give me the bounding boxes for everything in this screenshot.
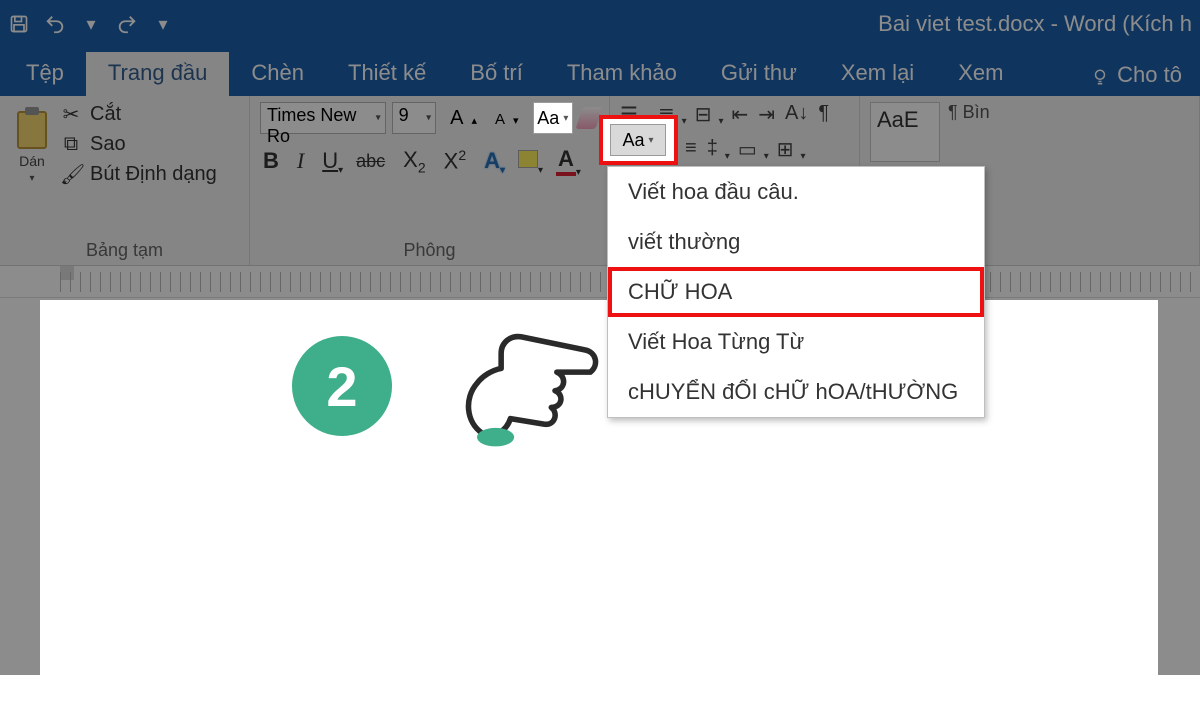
paste-dropdown-icon[interactable]: ▾ [29,173,34,184]
borders-button[interactable]: ⊞ [777,137,804,162]
justify-button[interactable]: ≡ [685,137,697,162]
multilevel-list-button[interactable]: ⊟ [695,102,722,127]
grow-font-button[interactable]: A▴ [442,105,485,132]
ruler[interactable] [0,266,1200,298]
change-case-menu: Viết hoa đầu câu. viết thường CHỮ HOA Vi… [607,166,985,418]
change-case-button-active[interactable]: Aa▾ [610,124,666,156]
menu-item-capitalize-each-word[interactable]: Viết Hoa Từng Từ [608,317,984,367]
paste-label: Dán [19,153,45,169]
line-spacing-button[interactable]: ‡ [707,137,728,162]
undo-dropdown-icon[interactable]: ▾ [80,13,102,35]
undo-icon[interactable] [44,13,66,35]
font-size-selector[interactable]: 9▾ [392,102,437,134]
strikethrough-button[interactable]: abc [353,149,388,174]
tab-view[interactable]: Xem [936,52,1025,96]
style-preview-normal[interactable]: AaE [870,102,940,162]
tutorial-step-badge: 2 [292,336,392,436]
italic-button[interactable]: I [294,146,307,176]
underline-button[interactable]: U [319,146,341,176]
menu-item-uppercase[interactable]: CHỮ HOA [608,267,984,317]
lightbulb-icon [1091,66,1109,84]
brush-icon: 🖌 [60,162,82,187]
copy-icon: ⧉ [60,133,82,156]
clipboard-icon [17,111,47,149]
group-font: Times New Ro▾ 9▾ A▴ A▾ Aa▾ B I U abc X2 … [250,96,610,265]
tab-layout[interactable]: Bố trí [448,52,545,96]
copy-button[interactable]: ⧉Sao [60,133,217,156]
tab-references[interactable]: Tham khảo [545,52,699,96]
save-icon[interactable] [8,13,30,35]
quick-access-toolbar: ▾ ▾ [8,13,174,35]
cut-button[interactable]: ✂Cắt [60,102,217,127]
highlight-color-button[interactable] [515,146,541,176]
shading-button[interactable]: ▭ [738,137,767,162]
tell-me-search[interactable]: Cho tô [1077,54,1196,96]
tab-home[interactable]: Trang đầu [86,52,229,96]
paste-button[interactable]: Dán ▾ [10,102,54,192]
change-case-button[interactable]: Aa▾ [533,102,573,134]
bold-button[interactable]: B [260,146,282,176]
title-bar: ▾ ▾ Bai viet test.docx - Word (Kích h [0,0,1200,48]
group-label-font: Phông [260,236,599,263]
tab-file[interactable]: Tệp [4,52,86,96]
redo-icon[interactable] [116,13,138,35]
tab-insert[interactable]: Chèn [229,52,326,96]
step-number: 2 [326,354,357,419]
text-effects-button[interactable]: A [481,146,503,176]
shrink-font-button[interactable]: A▾ [487,105,527,132]
comments-button[interactable]: ¶ Bìn [948,102,990,123]
menu-item-lowercase[interactable]: viết thường [608,217,984,267]
tab-design[interactable]: Thiết kế [326,52,448,96]
tab-review[interactable]: Xem lại [819,52,936,96]
sort-button[interactable]: A↓ [785,102,808,127]
group-clipboard: Dán ▾ ✂Cắt ⧉Sao 🖌Bút Định dạng Bảng tạm [0,96,250,265]
show-marks-button[interactable]: ¶ [818,102,829,127]
increase-indent-button[interactable]: ⇥ [758,102,775,127]
font-name-selector[interactable]: Times New Ro▾ [260,102,386,134]
tab-mailings[interactable]: Gửi thư [699,52,819,96]
document-title: Bai viet test.docx - Word (Kích h [878,11,1192,37]
format-painter-button[interactable]: 🖌Bút Định dạng [60,162,217,187]
superscript-button[interactable]: X2 [441,145,469,176]
ribbon-tabs: Tệp Trang đầu Chèn Thiết kế Bố trí Tham … [0,48,1200,96]
pointing-hand-icon [454,322,604,452]
menu-item-toggle-case[interactable]: cHUYỂN đỔI cHỮ hOA/tHƯỜNG [608,367,984,417]
subscript-button[interactable]: X2 [400,145,428,177]
group-label-clipboard: Bảng tạm [10,236,239,263]
scissors-icon: ✂ [60,102,82,127]
decrease-indent-button[interactable]: ⇤ [731,102,748,127]
qat-customize-icon[interactable]: ▾ [152,13,174,35]
font-color-button[interactable]: A [553,144,579,178]
menu-item-sentence-case[interactable]: Viết hoa đầu câu. [608,167,984,217]
tell-me-label: Cho tô [1117,62,1182,88]
highlighter-icon [518,150,538,168]
